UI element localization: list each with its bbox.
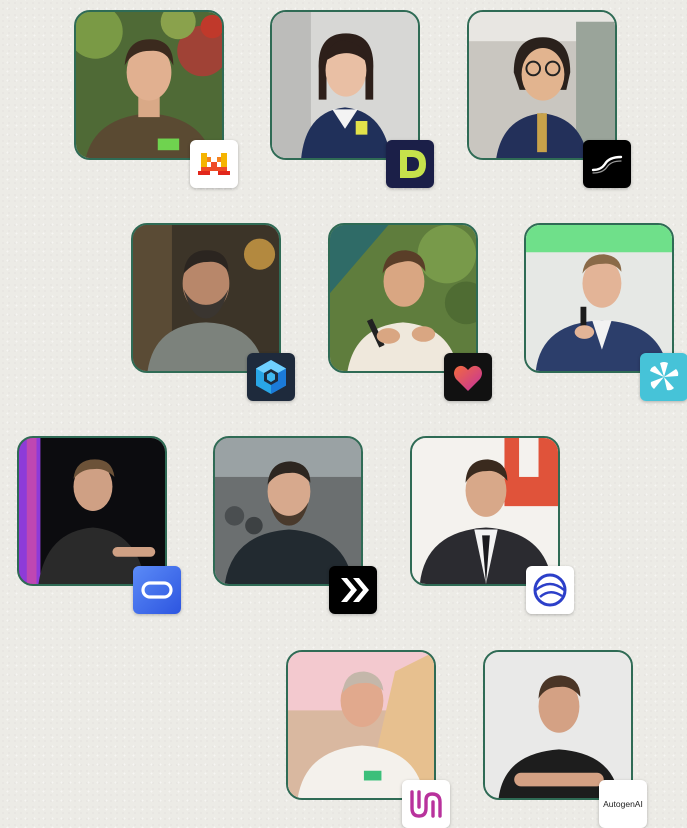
speaker-card: [524, 223, 687, 401]
portrait-image: [215, 438, 361, 584]
speaker-photo: [270, 10, 420, 160]
portrait-image: [19, 438, 165, 584]
portrait-image: [526, 225, 672, 371]
rounded-rect-logo-icon: [133, 566, 181, 614]
mistral-logo-icon: [190, 140, 238, 188]
speaker-photo: [410, 436, 560, 586]
speaker-photo: [467, 10, 617, 160]
d-brand-logo-icon: [386, 140, 434, 188]
globe-logo-icon: [526, 566, 574, 614]
speaker-photo: [17, 436, 167, 586]
speaker-photo: [74, 10, 224, 160]
hex-cube-logo-icon: [247, 353, 295, 401]
autogenai-wordmark-icon: AutogenAI: [599, 780, 647, 828]
swirl-logo-icon: [583, 140, 631, 188]
double-chevron-logo-icon: [329, 566, 377, 614]
speaker-photo: [524, 223, 674, 373]
portrait-image: [469, 12, 615, 158]
speaker-photo: [328, 223, 478, 373]
portrait-image: [133, 225, 279, 371]
speaker-photo: [483, 650, 633, 800]
speaker-photo: [213, 436, 363, 586]
portrait-image: [330, 225, 476, 371]
portrait-image: [412, 438, 558, 584]
speaker-card: [328, 223, 492, 401]
portrait-image: [76, 12, 222, 158]
heart-logo-icon: [444, 353, 492, 401]
speaker-card: [74, 10, 238, 188]
pinwheel-logo-icon: [640, 353, 687, 401]
speaker-card: [17, 436, 181, 614]
portrait-image: [272, 12, 418, 158]
speaker-card: AutogenAI: [483, 650, 647, 828]
speaker-card: [213, 436, 377, 614]
speaker-card: [286, 650, 450, 828]
speaker-card: [467, 10, 631, 188]
speaker-photo: [131, 223, 281, 373]
portrait-image: [485, 652, 631, 798]
speaker-photo: [286, 650, 436, 800]
speaker-card: [270, 10, 434, 188]
u-wave-logo-icon: [402, 780, 450, 828]
speaker-card: [410, 436, 574, 614]
speaker-card: [131, 223, 295, 401]
portrait-image: [288, 652, 434, 798]
autogenai-wordmark-text: AutogenAI: [603, 799, 643, 809]
